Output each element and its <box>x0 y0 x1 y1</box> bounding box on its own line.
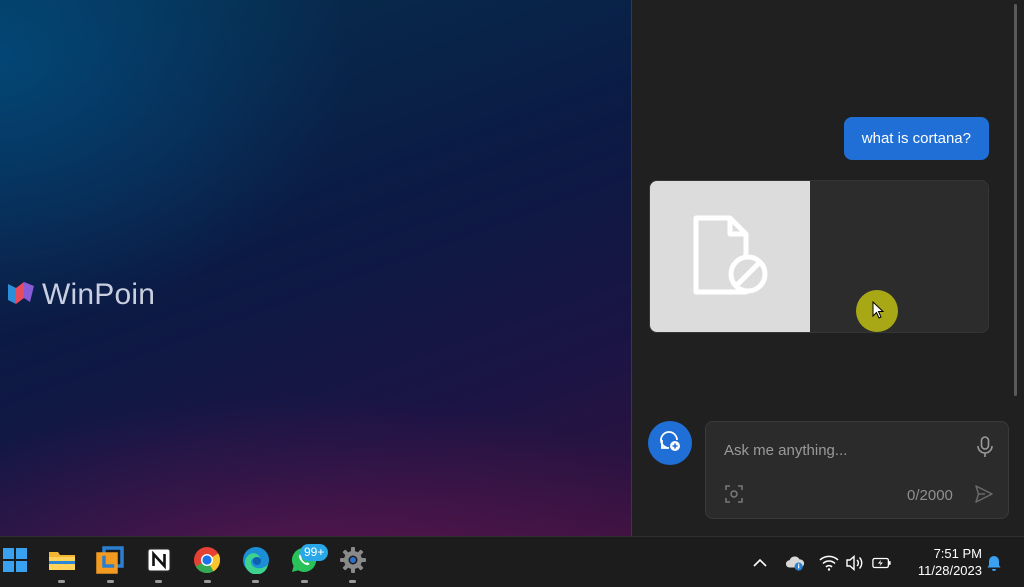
character-count: 0/2000 <box>907 487 953 504</box>
running-indicator <box>58 580 65 583</box>
running-indicator <box>155 580 162 583</box>
taskbar-chrome[interactable] <box>192 546 222 579</box>
chat-composer: 0/2000 <box>705 421 1009 519</box>
image-capture-icon[interactable] <box>724 484 744 509</box>
user-message-bubble: what is cortana? <box>843 117 989 160</box>
taskbar-file-explorer[interactable] <box>47 547 77 577</box>
microphone-icon[interactable] <box>976 436 994 463</box>
edge-icon <box>242 546 270 579</box>
windows-icon <box>3 547 27 577</box>
onedrive-icon[interactable] <box>785 553 805 573</box>
new-topic-icon <box>658 429 682 458</box>
running-indicator <box>252 580 259 583</box>
taskbar-vmware[interactable] <box>95 545 125 579</box>
result-thumbnail <box>650 181 810 332</box>
taskbar: 7:51 PM 11/28/2023 <box>0 536 1024 587</box>
gear-icon <box>339 546 367 579</box>
taskbar-edge[interactable] <box>241 546 271 579</box>
taskbar-settings[interactable] <box>338 546 368 579</box>
running-indicator <box>301 580 308 583</box>
start-button[interactable] <box>0 547 30 577</box>
whatsapp-unread-badge: 99+ <box>300 544 329 561</box>
send-icon[interactable] <box>974 484 994 509</box>
chevron-up-icon[interactable] <box>750 553 770 573</box>
chat-input[interactable] <box>722 436 966 464</box>
vmware-icon <box>96 545 124 579</box>
broken-file-icon <box>690 214 770 301</box>
chrome-icon <box>193 546 221 579</box>
battery-icon[interactable] <box>872 553 892 573</box>
panel-scrollbar[interactable] <box>1014 4 1017 396</box>
running-indicator <box>204 580 211 583</box>
winpoin-watermark: WinPoin <box>6 276 155 313</box>
running-indicator <box>349 580 356 583</box>
running-indicator <box>107 580 114 583</box>
winpoin-text: WinPoin <box>42 277 156 311</box>
result-card[interactable] <box>649 180 989 333</box>
new-topic-button[interactable] <box>648 421 692 465</box>
system-clock[interactable]: 7:51 PM 11/28/2023 <box>902 545 982 579</box>
taskbar-notion[interactable] <box>144 547 174 577</box>
clock-time: 7:51 PM <box>933 546 982 561</box>
clock-date: 11/28/2023 <box>917 563 982 578</box>
folder-icon <box>48 548 76 577</box>
notification-bell-icon[interactable] <box>984 553 1004 573</box>
winpoin-logo-icon <box>6 276 38 313</box>
mouse-pointer-icon <box>872 300 885 324</box>
wifi-icon[interactable] <box>819 553 839 573</box>
desktop-wallpaper: WinPoin <box>0 0 631 536</box>
volume-icon[interactable] <box>845 553 865 573</box>
notion-icon <box>146 547 172 578</box>
copilot-panel: what is cortana? Ask me anything... 0/20… <box>631 0 1024 536</box>
